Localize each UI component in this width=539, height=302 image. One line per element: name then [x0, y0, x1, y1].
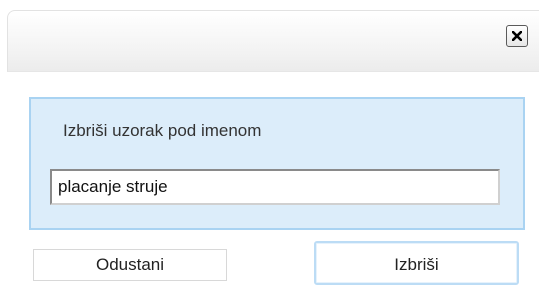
prompt-label: Izbriši uzorak pod imenom — [63, 121, 262, 140]
pattern-name-input[interactable] — [50, 169, 500, 205]
delete-button-label: Izbriši — [394, 255, 439, 274]
delete-button[interactable]: Izbriši — [314, 241, 519, 285]
cancel-button[interactable]: Odustani — [33, 249, 227, 281]
close-button[interactable] — [506, 25, 528, 47]
name-panel: Izbriši uzorak pod imenom — [29, 97, 525, 230]
close-icon — [512, 31, 522, 41]
dialog-titlebar — [7, 10, 539, 72]
delete-pattern-dialog: Izbriši uzorak pod imenom Odustani Izbri… — [0, 0, 539, 302]
